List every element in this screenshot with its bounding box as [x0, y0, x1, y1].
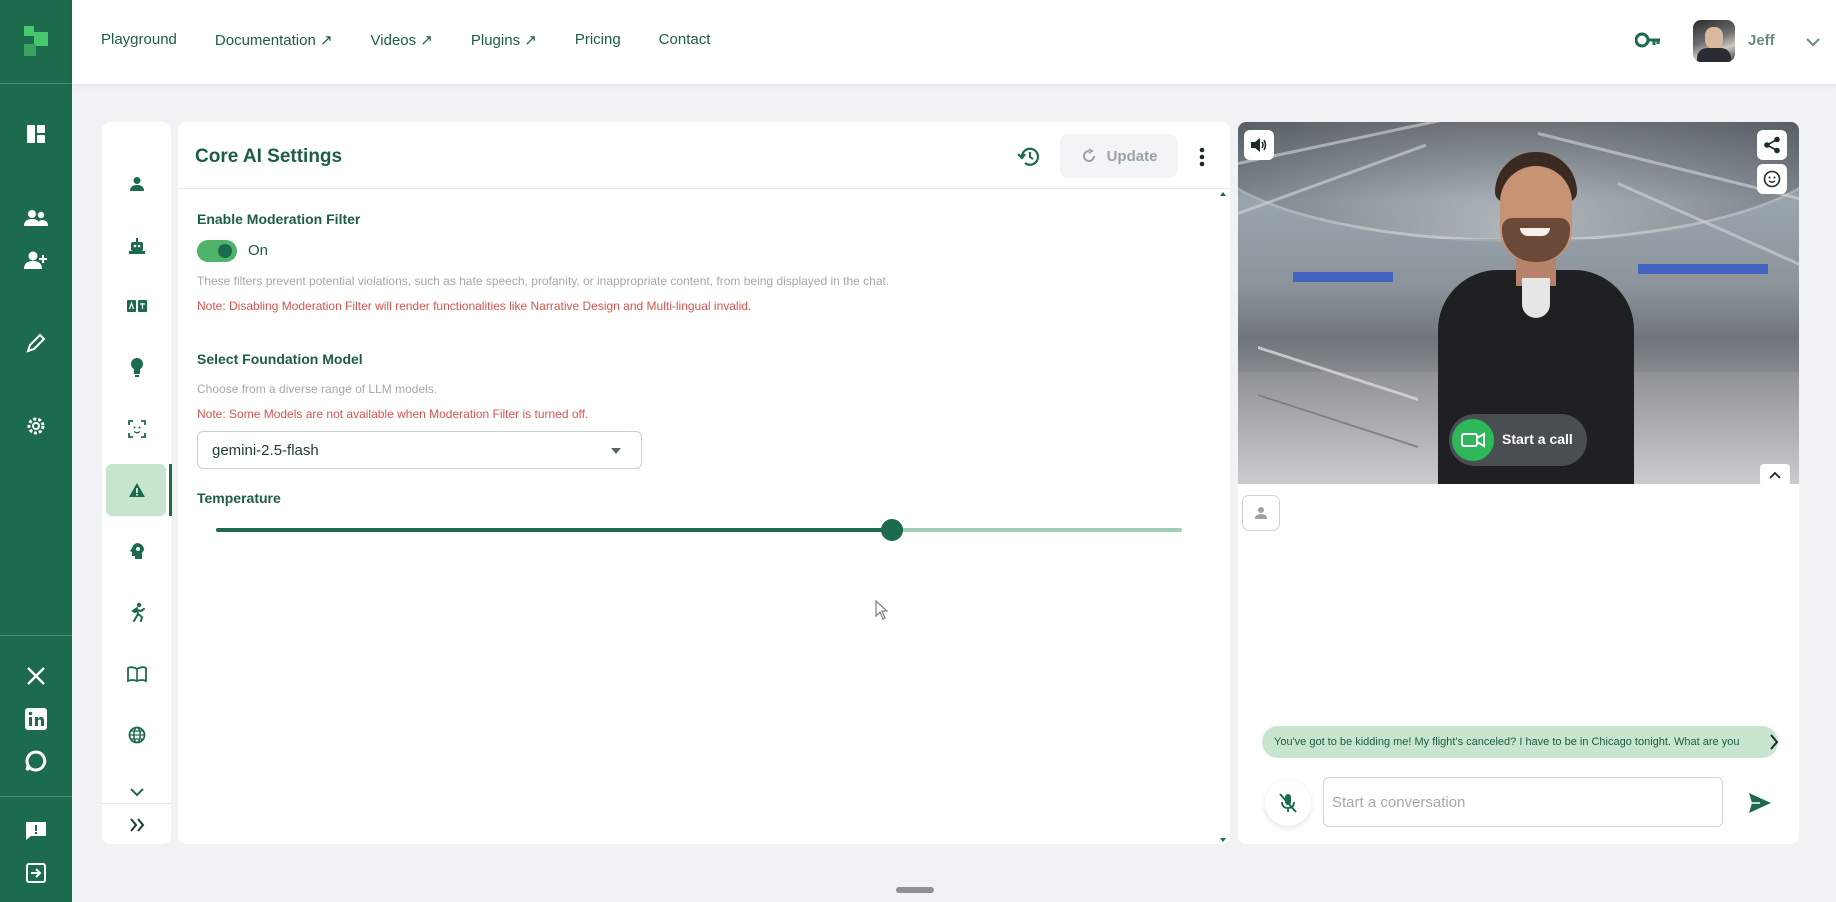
- left-rail: [0, 0, 72, 902]
- moderation-filter-note: Note: Disabling Moderation Filter will r…: [197, 299, 752, 313]
- temperature-slider-fill: [216, 528, 893, 532]
- history-icon[interactable]: [1014, 142, 1044, 172]
- temperature-slider-thumb[interactable]: [881, 519, 904, 541]
- start-call-label: Start a call: [1502, 431, 1573, 447]
- page-title: Core AI Settings: [195, 146, 343, 167]
- active-item-indicator: [169, 464, 172, 516]
- mute-microphone-button[interactable]: [1265, 780, 1311, 826]
- moderation-filter-help: These filters prevent potential violatio…: [197, 274, 890, 288]
- api-key-icon[interactable]: [1634, 30, 1661, 55]
- scan-face-icon[interactable]: [122, 414, 152, 444]
- warning-icon[interactable]: [122, 475, 152, 505]
- chat-user-avatar-icon: [1242, 495, 1280, 531]
- sidebar-divider: [102, 803, 171, 804]
- temperature-slider[interactable]: [216, 519, 1182, 541]
- moderation-filter-state: On: [248, 242, 269, 259]
- core-ai-settings-card: Core AI Settings Update Enable Moderatio…: [178, 122, 1230, 844]
- send-icon[interactable]: [1745, 788, 1775, 818]
- share-icon[interactable]: [1757, 130, 1787, 160]
- pencil-icon[interactable]: [20, 327, 52, 359]
- conversation-input[interactable]: [1323, 777, 1723, 827]
- double-chevron-right-icon[interactable]: [122, 810, 152, 840]
- users-icon[interactable]: [20, 202, 52, 234]
- nav-pricing[interactable]: Pricing: [575, 31, 621, 49]
- update-button[interactable]: Update: [1060, 134, 1178, 178]
- robot-icon[interactable]: [122, 231, 152, 261]
- nav-documentation[interactable]: Documentation ↗: [215, 31, 333, 49]
- user-avatar[interactable]: [1693, 20, 1735, 62]
- volume-icon[interactable]: [1244, 130, 1274, 160]
- chat-bubble-icon[interactable]: [20, 745, 52, 777]
- linkedin-icon[interactable]: [20, 703, 52, 735]
- logout-icon[interactable]: [20, 857, 52, 889]
- nav-plugins[interactable]: Plugins ↗: [471, 31, 537, 49]
- avatar-video-scene: Start a call: [1238, 122, 1799, 484]
- scroll-down-arrow[interactable]: [1220, 838, 1226, 842]
- dropdown-caret-icon: [611, 448, 621, 454]
- moderation-filter-toggle[interactable]: [197, 240, 237, 262]
- chat-message-text: You've got to be kidding me! My flight's…: [1274, 736, 1740, 748]
- refresh-icon: [1082, 148, 1095, 162]
- feedback-icon[interactable]: [20, 815, 52, 847]
- lightbulb-icon[interactable]: [122, 352, 152, 382]
- running-icon[interactable]: [122, 597, 152, 627]
- x-twitter-icon[interactable]: [20, 660, 52, 692]
- mouse-cursor-icon: [875, 599, 889, 625]
- foundation-model-select[interactable]: gemini-2.5-flash: [197, 431, 642, 469]
- scroll-up-arrow[interactable]: [1220, 192, 1226, 196]
- more-options-icon[interactable]: [1190, 142, 1214, 172]
- globe-icon[interactable]: [122, 720, 152, 750]
- card-header-divider: [178, 188, 1230, 189]
- user-name[interactable]: Jeff: [1748, 32, 1775, 49]
- book-icon[interactable]: [122, 659, 152, 689]
- moderation-filter-label: Enable Moderation Filter: [197, 211, 361, 227]
- update-button-label: Update: [1106, 147, 1158, 165]
- top-navbar: Playground Documentation ↗ Videos ↗ Plug…: [72, 0, 1836, 84]
- chevron-right-icon[interactable]: [1769, 734, 1779, 755]
- translate-icon[interactable]: [122, 291, 152, 321]
- chevron-down-icon[interactable]: [1806, 34, 1820, 52]
- temperature-label: Temperature: [197, 490, 281, 506]
- nav-playground[interactable]: Playground: [101, 31, 177, 49]
- settings-icon[interactable]: [20, 410, 52, 442]
- chevron-up-icon[interactable]: [1760, 464, 1790, 484]
- add-user-icon[interactable]: [20, 244, 52, 276]
- foundation-model-value: gemini-2.5-flash: [212, 442, 319, 459]
- chat-message-bubble: You've got to be kidding me! My flight's…: [1262, 726, 1778, 758]
- avatar-chat-panel: Start a call You've got to be kidding me…: [1238, 122, 1799, 844]
- nav-videos[interactable]: Videos ↗: [371, 31, 433, 49]
- start-call-button[interactable]: Start a call: [1449, 414, 1587, 466]
- main-nav: Playground Documentation ↗ Videos ↗ Plug…: [101, 31, 710, 49]
- foundation-model-label: Select Foundation Model: [197, 351, 363, 367]
- foundation-model-help: Choose from a diverse range of LLM model…: [197, 382, 438, 396]
- mic-off-icon: [1279, 793, 1297, 813]
- nav-contact[interactable]: Contact: [659, 31, 711, 49]
- emoji-settings-icon[interactable]: [1757, 164, 1787, 194]
- head-idea-icon[interactable]: [122, 536, 152, 566]
- bottom-drag-handle[interactable]: [896, 887, 934, 893]
- foundation-model-note: Note: Some Models are not available when…: [197, 407, 589, 421]
- video-camera-icon: [1461, 432, 1485, 448]
- brand-logo[interactable]: [18, 26, 54, 58]
- dashboard-icon[interactable]: [20, 118, 52, 150]
- person-icon[interactable]: [122, 169, 152, 199]
- settings-sidebar: [102, 122, 172, 844]
